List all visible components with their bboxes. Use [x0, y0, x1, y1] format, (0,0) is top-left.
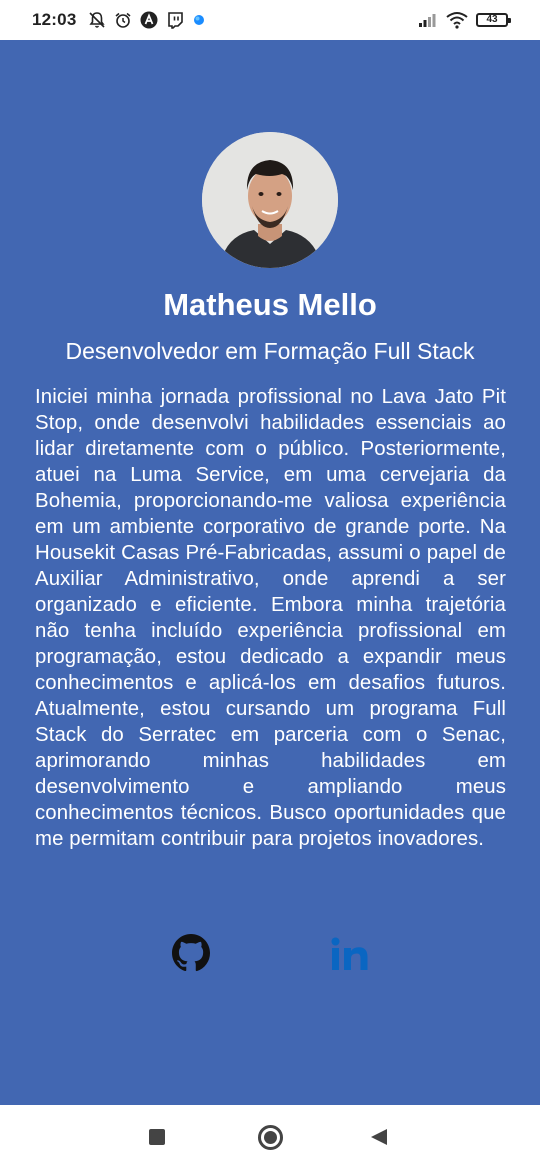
- avatar-photo: [202, 132, 338, 268]
- github-icon: [172, 934, 210, 972]
- profile-name: Matheus Mello: [163, 287, 377, 322]
- github-link[interactable]: [172, 934, 210, 972]
- linkedin-link[interactable]: [330, 936, 370, 972]
- notifications-off-icon: [89, 12, 106, 28]
- twitch-icon: [168, 12, 184, 29]
- profile-bio: Iniciei minha jornada profissional no La…: [35, 386, 506, 850]
- profile-role: Desenvolvedor em Formação Full Stack: [65, 338, 475, 364]
- status-right-icons: 43: [418, 11, 511, 29]
- avatar: [202, 132, 338, 268]
- home-icon[interactable]: [258, 1125, 283, 1150]
- status-bar: 12:03 43: [0, 0, 540, 40]
- linkedin-icon: [331, 937, 368, 970]
- alarm-icon: [115, 12, 131, 28]
- battery-level: 43: [486, 14, 498, 25]
- profile-screen: Matheus Mello Desenvolvedor em Formação …: [0, 40, 540, 1105]
- back-icon[interactable]: [371, 1129, 387, 1145]
- home-icon-inner: [264, 1131, 277, 1144]
- recents-icon[interactable]: [149, 1129, 165, 1145]
- signal-icon: [419, 14, 436, 27]
- status-time: 12:03: [32, 10, 77, 29]
- battery-icon: 43: [476, 13, 511, 27]
- wifi-icon: [446, 12, 468, 29]
- app-a-icon: [140, 11, 158, 29]
- status-left-icons: [88, 11, 206, 29]
- blue-dot-icon: [194, 15, 205, 25]
